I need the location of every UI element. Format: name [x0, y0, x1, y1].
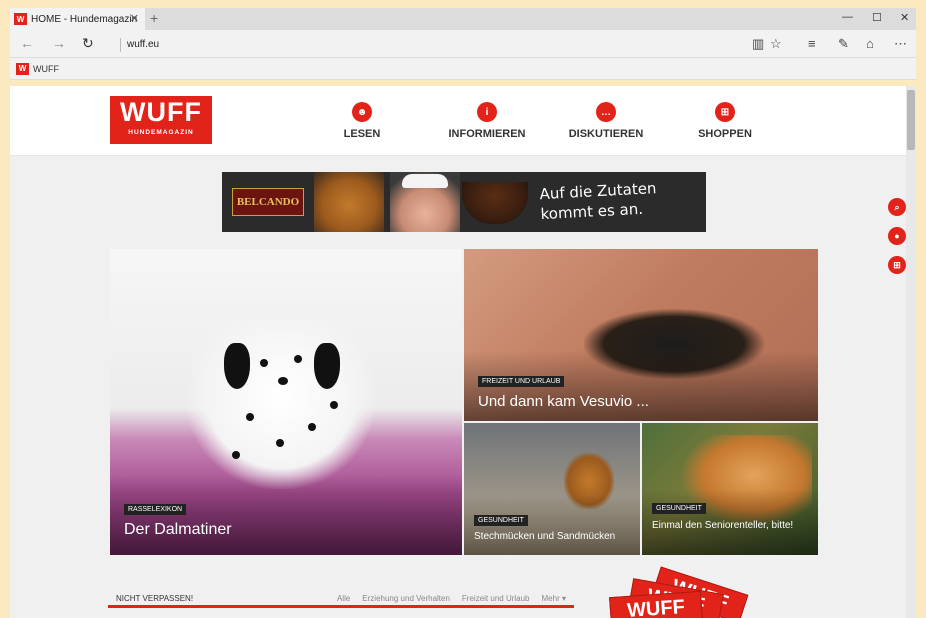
dog-ear-shape — [314, 343, 340, 389]
favorite-star-icon[interactable]: ☆ — [770, 36, 782, 52]
close-window-icon[interactable]: ✕ — [900, 11, 909, 24]
web-note-icon[interactable]: ✎ — [838, 36, 849, 52]
tile-title[interactable]: Einmal den Seniorenteller, bitte! — [652, 519, 802, 532]
tile-category[interactable]: GESUNDHEIT — [474, 515, 528, 526]
dog-spot-shape — [276, 439, 284, 447]
page-viewport: WUFF HUNDEMAGAZIN ☻ LESEN i INFORMIEREN … — [10, 86, 916, 618]
banner-food-bowl-image — [462, 182, 528, 224]
minimize-icon[interactable]: — — [842, 11, 853, 23]
search-icon[interactable]: ⌕ — [888, 198, 906, 216]
address-bar: ← → ↻ wuff.eu ▥ ☆ ≡ ✎ ⌂ ⋯ — [10, 30, 916, 58]
chef-hat-shape — [402, 174, 448, 188]
dog-spot-shape — [330, 401, 338, 409]
tile-category[interactable]: GESUNDHEIT — [652, 503, 706, 514]
dog-spot-shape — [260, 359, 268, 367]
banner-dog-image — [314, 172, 384, 232]
magazine-cover: WUFF — [609, 590, 703, 618]
wuff-logo[interactable]: WUFF HUNDEMAGAZIN — [110, 96, 212, 144]
nav-informieren[interactable]: i INFORMIEREN — [442, 102, 532, 140]
filter-mehr[interactable]: Mehr ▾ — [542, 594, 566, 603]
magazine-stack[interactable]: WUFF WUFF WUFF — [608, 566, 778, 618]
tile-title[interactable]: Stechmücken und Sandmücken — [474, 531, 615, 542]
article-tile-stechmuecken[interactable]: GESUNDHEIT Stechmücken und Sandmücken — [464, 423, 640, 555]
nav-label: DISKUTIEREN — [568, 128, 644, 140]
dog-spot-shape — [294, 355, 302, 363]
article-tile-vesuvio[interactable]: FREIZEIT UND URLAUB Und dann kam Vesuvio… — [464, 249, 818, 421]
read-icon: ☻ — [352, 102, 372, 122]
ad-banner[interactable]: BELCANDO Auf die Zutaten kommt es an. — [222, 172, 706, 232]
hub-icon[interactable]: ≡ — [808, 36, 816, 51]
wuff-favicon-icon: W — [16, 62, 29, 75]
reading-view-icon[interactable]: ▥ — [752, 36, 764, 52]
dog-nose-shape — [278, 377, 288, 385]
share-icon[interactable]: ⌂ — [866, 36, 874, 51]
more-icon[interactable]: ⋯ — [894, 36, 907, 52]
filter-mehr-label: Mehr — [541, 594, 560, 603]
filter-alle[interactable]: Alle — [337, 594, 350, 603]
page-scrollbar[interactable] — [906, 86, 916, 618]
banner-brand: BELCANDO — [232, 188, 304, 216]
side-actions: ⌕ ● ⊞ — [888, 198, 906, 285]
favorite-wuff-link[interactable]: WUFF — [33, 64, 59, 74]
nav-diskutieren[interactable]: … DISKUTIEREN — [564, 102, 648, 140]
refresh-icon[interactable]: ↻ — [82, 35, 94, 52]
site-header: WUFF HUNDEMAGAZIN ☻ LESEN i INFORMIEREN … — [10, 86, 906, 156]
logo-text: WUFF — [120, 97, 202, 127]
info-icon: i — [477, 102, 497, 122]
nav-shoppen[interactable]: ⊞ SHOPPEN — [690, 102, 760, 140]
wuff-favicon-icon: W — [14, 13, 27, 25]
nav-lesen[interactable]: ☻ LESEN — [332, 102, 392, 140]
tile-title[interactable]: Und dann kam Vesuvio ... — [478, 393, 649, 410]
section-filters: Alle Erziehung und Verhalten Freizeit un… — [337, 594, 566, 603]
dog-ear-shape — [224, 343, 250, 389]
tab-strip: W HOME - Hundemagazin ✕ + — ☐ ✕ — [10, 8, 916, 30]
tab-title: HOME - Hundemagazin — [31, 13, 138, 25]
maximize-icon[interactable]: ☐ — [872, 11, 882, 24]
tile-category[interactable]: RASSELEXIKON — [124, 504, 187, 515]
logo-subtitle: HUNDEMAGAZIN — [128, 129, 194, 136]
user-icon[interactable]: ● — [888, 227, 906, 245]
nav-label: INFORMIEREN — [448, 128, 526, 140]
banner-slogan: Auf die Zutaten kommt es an. — [539, 179, 657, 224]
chat-icon: … — [596, 102, 616, 122]
section-title: NICHT VERPASSEN! — [116, 594, 194, 603]
dog-spot-shape — [232, 451, 240, 459]
forward-icon[interactable]: → — [52, 35, 66, 51]
dog-spot-shape — [246, 413, 254, 421]
tile-category[interactable]: FREIZEIT UND URLAUB — [478, 376, 565, 387]
filter-erziehung[interactable]: Erziehung und Verhalten — [362, 594, 450, 603]
dog-spot-shape — [308, 423, 316, 431]
filter-freizeit[interactable]: Freizeit und Urlaub — [462, 594, 530, 603]
chevron-down-icon: ▾ — [561, 594, 566, 603]
new-tab-icon[interactable]: + — [150, 10, 158, 26]
cart-icon[interactable]: ⊞ — [888, 256, 906, 274]
url-field[interactable]: wuff.eu — [120, 38, 159, 52]
back-icon[interactable]: ← — [20, 35, 34, 51]
close-tab-icon[interactable]: ✕ — [130, 12, 139, 25]
section-header: NICHT VERPASSEN! Alle Erziehung und Verh… — [108, 586, 574, 608]
article-tile-dalmatiner[interactable]: RASSELEXIKON Der Dalmatiner — [110, 249, 462, 555]
dalmatian-image — [186, 319, 376, 489]
browser-tab[interactable]: W HOME - Hundemagazin ✕ — [10, 8, 145, 30]
nav-label: SHOPPEN — [698, 128, 752, 140]
favorites-bar: W WUFF — [10, 58, 916, 80]
article-tile-seniorenteller[interactable]: GESUNDHEIT Einmal den Seniorenteller, bi… — [642, 423, 818, 555]
tile-title[interactable]: Der Dalmatiner — [124, 521, 232, 539]
scrollbar-thumb[interactable] — [907, 90, 915, 150]
tile-shade — [110, 475, 462, 555]
nav-label: LESEN — [343, 128, 381, 140]
cart-icon: ⊞ — [715, 102, 735, 122]
